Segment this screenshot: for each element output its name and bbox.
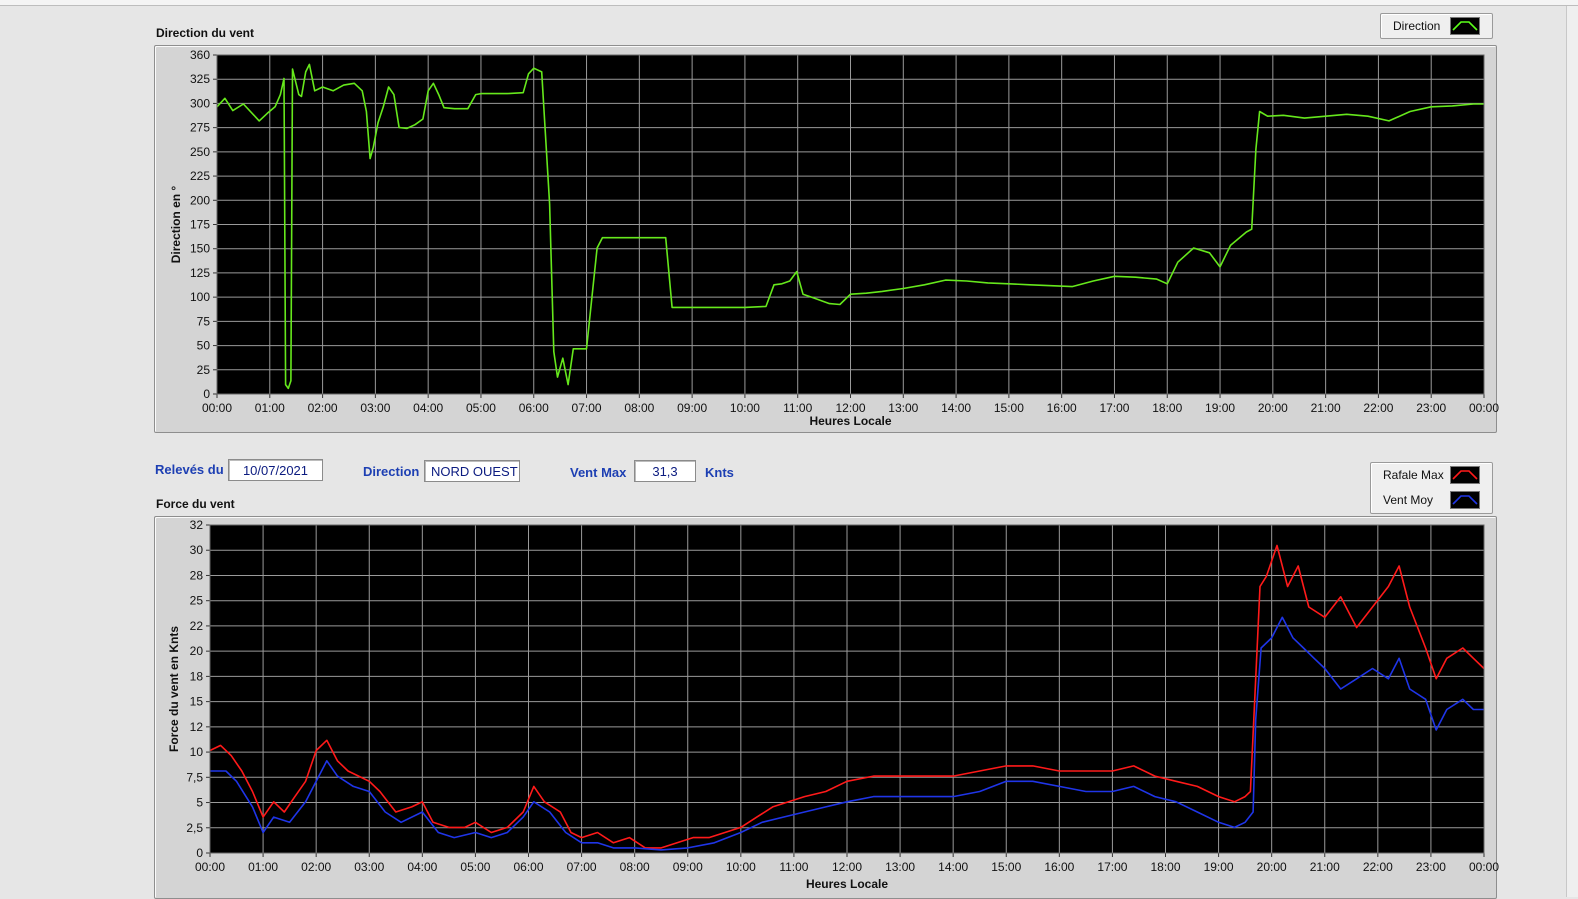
x-tick-label: 22:00 <box>1363 860 1393 874</box>
y-tick-label: 22 <box>190 619 204 633</box>
x-tick-label: 14:00 <box>938 860 968 874</box>
x-tick-label: 03:00 <box>354 860 384 874</box>
x-tick-label: 02:00 <box>301 860 331 874</box>
x-tick-label: 21:00 <box>1310 860 1340 874</box>
force-chart: 00:00 01:00 02:00 03:00 04:00 05:00 06:00 07:00… <box>167 518 1499 891</box>
y-tick-label: 20 <box>190 644 204 658</box>
x-tick-label: 12:00 <box>832 860 862 874</box>
y-tick-label: 0 <box>196 846 203 860</box>
y-tick-label: 25 <box>190 594 204 608</box>
x-tick-label: 10:00 <box>726 860 756 874</box>
x-tick-label: 15:00 <box>991 860 1021 874</box>
x-tick-label: 16:00 <box>1044 860 1074 874</box>
y-tick-label: 30 <box>190 543 204 557</box>
x-tick-label: 20:00 <box>1257 860 1287 874</box>
x-tick-label: 18:00 <box>1150 860 1180 874</box>
y-tick-label: 18 <box>190 669 204 683</box>
y-tick-label: 7,5 <box>186 770 203 784</box>
x-tick-label: 00:00 <box>195 860 225 874</box>
x-tick-label: 17:00 <box>1097 860 1127 874</box>
y-tick-label: 10 <box>190 745 204 759</box>
y-tick-label: 5 <box>196 796 203 810</box>
y-tick-label: 15 <box>190 695 204 709</box>
x-tick-label: 19:00 <box>1204 860 1234 874</box>
x-tick-label: 01:00 <box>248 860 278 874</box>
x-tick-label: 09:00 <box>673 860 703 874</box>
y-tick-label: 2,5 <box>186 821 203 835</box>
x-tick-label: 08:00 <box>620 860 650 874</box>
x-tick-label: 00:00 <box>1469 860 1499 874</box>
y-axis-title: Force du vent en Knts <box>167 626 181 752</box>
x-tick-label: 13:00 <box>885 860 915 874</box>
x-tick-label: 23:00 <box>1416 860 1446 874</box>
x-tick-label: 05:00 <box>460 860 490 874</box>
y-tick-label: 32 <box>190 518 204 532</box>
x-tick-label: 06:00 <box>513 860 543 874</box>
x-tick-label: 04:00 <box>407 860 437 874</box>
x-axis-title: Heures Locale <box>806 877 888 891</box>
y-tick-label: 28 <box>190 568 204 582</box>
x-tick-label: 11:00 <box>779 860 808 874</box>
x-tick-label: 07:00 <box>567 860 597 874</box>
y-tick-label: 12 <box>190 720 204 734</box>
